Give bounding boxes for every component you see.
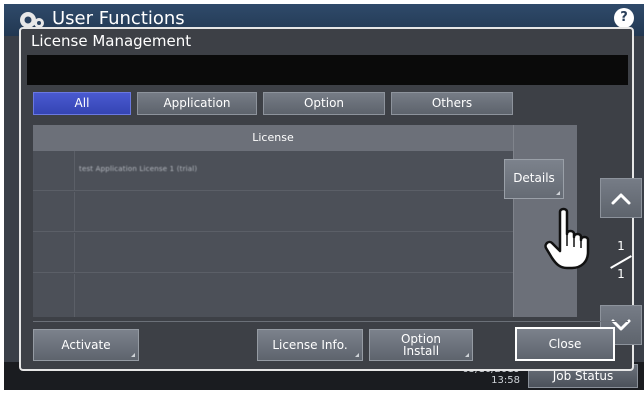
divider xyxy=(33,321,628,322)
scroll-up-button[interactable] xyxy=(600,178,642,218)
license-info-button[interactable]: License Info. xyxy=(257,329,363,361)
row-index-cell xyxy=(33,192,75,231)
license-table: License test Application License 1 (tria… xyxy=(33,125,577,317)
option-install-label-line2: Install xyxy=(402,344,440,358)
table-row[interactable] xyxy=(33,274,513,317)
tab-application[interactable]: Application xyxy=(137,92,257,115)
chevron-up-icon xyxy=(611,193,631,205)
submenu-corner-icon xyxy=(556,191,560,195)
activate-label: Activate xyxy=(61,338,111,352)
submenu-corner-icon xyxy=(355,353,359,357)
license-management-dialog: License Management All Application Optio… xyxy=(19,27,642,371)
window-title: User Functions xyxy=(52,8,185,29)
license-name: test Application License 1 (trial) xyxy=(79,165,198,173)
dialog-title: License Management xyxy=(31,32,192,50)
page-indicator: 1 1 xyxy=(606,239,636,287)
help-icon[interactable]: ? xyxy=(614,8,634,28)
message-bar xyxy=(27,55,628,85)
details-column-header xyxy=(513,125,577,151)
table-row[interactable] xyxy=(33,192,513,232)
tab-others[interactable]: Others xyxy=(391,92,513,115)
current-page: 1 xyxy=(617,239,625,253)
table-row[interactable] xyxy=(33,233,513,273)
details-button[interactable]: Details xyxy=(504,159,564,199)
submenu-corner-icon xyxy=(465,353,469,357)
license-column-header: License xyxy=(33,125,513,151)
tab-option[interactable]: Option xyxy=(263,92,385,115)
close-button[interactable]: Close xyxy=(515,327,615,361)
details-button-label: Details xyxy=(513,171,555,185)
table-row[interactable]: test Application License 1 (trial) xyxy=(33,151,513,191)
hand-pointer-icon xyxy=(544,207,590,270)
row-index-cell xyxy=(33,233,75,272)
time-label: 13:58 xyxy=(491,375,520,386)
row-index-cell xyxy=(33,274,75,317)
tab-all[interactable]: All xyxy=(33,92,131,115)
submenu-corner-icon xyxy=(131,353,135,357)
row-index-cell xyxy=(33,151,75,190)
license-info-label: License Info. xyxy=(272,338,348,352)
activate-button[interactable]: Activate xyxy=(33,329,139,361)
total-pages: 1 xyxy=(617,267,625,281)
option-install-button[interactable]: Option Install xyxy=(369,329,473,361)
